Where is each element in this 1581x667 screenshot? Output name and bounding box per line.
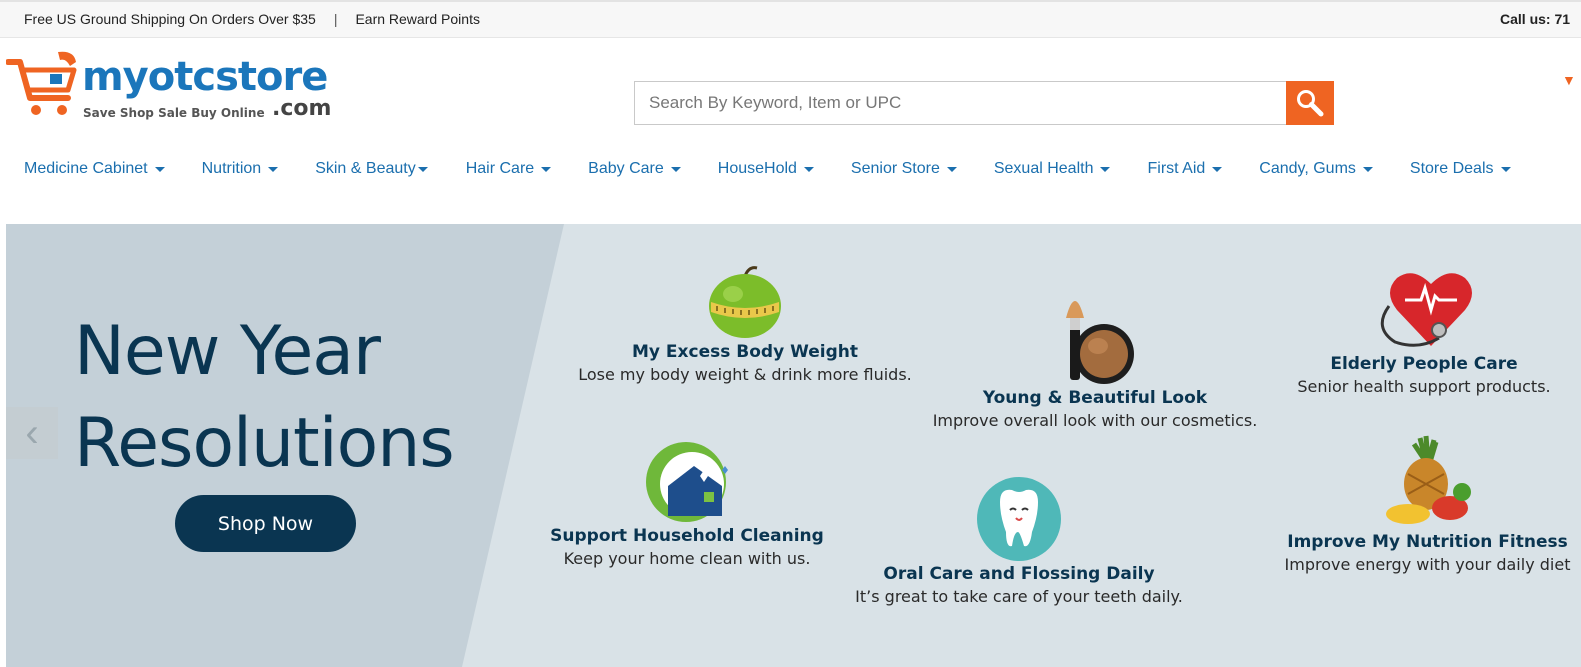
banner-headline: New Year Resolutions bbox=[74, 306, 455, 490]
caret-down-icon bbox=[946, 166, 957, 172]
headline-line-1: New Year bbox=[74, 312, 381, 391]
free-shipping-text: Free US Ground Shipping On Orders Over $… bbox=[24, 11, 316, 27]
nav-item-first-aid[interactable]: First Aid bbox=[1147, 157, 1223, 181]
tile-beautiful-look[interactable]: Young & Beautiful Look Improve overall l… bbox=[922, 286, 1268, 430]
tile-oral-care[interactable]: Oral Care and Flossing Daily It’s great … bbox=[846, 476, 1192, 606]
heart-stethoscope-icon bbox=[1380, 273, 1472, 347]
tile-elderly-care[interactable]: Elderly People Care Senior health suppor… bbox=[1264, 266, 1581, 396]
nav-item-hair-care[interactable]: Hair Care bbox=[465, 157, 552, 181]
caret-down-icon bbox=[154, 166, 165, 172]
nav-item-skin-beauty[interactable]: Skin & Beauty bbox=[315, 157, 428, 181]
caret-down-icon bbox=[541, 166, 552, 172]
tile-title: My Excess Body Weight bbox=[632, 342, 858, 362]
chevron-left-icon: ‹ bbox=[25, 411, 39, 455]
caret-down-icon bbox=[417, 166, 428, 172]
nav-item-label: Medicine Cabinet bbox=[24, 160, 148, 177]
tile-household-cleaning[interactable]: Support Household Cleaning Keep your hom… bbox=[536, 440, 838, 568]
cart-icon[interactable]: ▼ bbox=[1562, 72, 1576, 88]
nav-item-store-deals[interactable]: Store Deals bbox=[1410, 157, 1511, 181]
nav-item-label: First Aid bbox=[1147, 160, 1206, 177]
topbar-separator: | bbox=[333, 11, 338, 27]
caret-down-icon bbox=[670, 166, 681, 172]
caret-down-icon bbox=[1362, 166, 1373, 172]
caret-down-icon bbox=[1100, 166, 1111, 172]
nav-item-label: Sexual Health bbox=[993, 160, 1094, 177]
nav-item-label: Candy, Gums bbox=[1259, 160, 1356, 177]
nav-item-label: Hair Care bbox=[465, 160, 535, 177]
nav-item-medicine-cabinet[interactable]: Medicine Cabinet bbox=[24, 157, 165, 181]
tile-description: Improve energy with your daily diet bbox=[1284, 555, 1571, 574]
nav-item-sexual-health[interactable]: Sexual Health bbox=[994, 157, 1111, 181]
logo-wordmark: myotcstore bbox=[82, 54, 328, 100]
nav-item-label: Skin & Beauty bbox=[315, 160, 416, 177]
tile-description: Lose my body weight & drink more fluids. bbox=[578, 365, 912, 384]
carousel-prev-button[interactable]: ‹ bbox=[6, 407, 58, 459]
nav-item-label: HouseHold bbox=[717, 160, 797, 177]
caret-down-icon bbox=[268, 166, 279, 172]
nav-item-label: Senior Store bbox=[850, 160, 940, 177]
search-input[interactable] bbox=[634, 81, 1286, 125]
shop-now-button[interactable]: Shop Now bbox=[175, 495, 356, 552]
nav-item-baby-care[interactable]: Baby Care bbox=[588, 157, 681, 181]
tile-description: It’s great to take care of your teeth da… bbox=[855, 587, 1183, 606]
nav-item-nutrition[interactable]: Nutrition bbox=[202, 157, 279, 181]
search-bar bbox=[634, 81, 1334, 125]
nav-item-label: Nutrition bbox=[201, 160, 262, 177]
clean-house-icon bbox=[646, 442, 728, 522]
call-us-text: Call us: 71 bbox=[1500, 11, 1571, 27]
nav-item-candy-gums[interactable]: Candy, Gums bbox=[1259, 157, 1373, 181]
caret-down-icon bbox=[1500, 166, 1511, 172]
tooth-icon bbox=[977, 477, 1061, 561]
logo-domain: .com bbox=[272, 96, 332, 121]
tile-title: Young & Beautiful Look bbox=[982, 388, 1208, 408]
tile-title: Improve My Nutrition Fitness bbox=[1287, 532, 1568, 552]
makeup-brush-icon bbox=[1066, 301, 1134, 384]
main-nav: Medicine Cabinet Nutrition Skin & Beauty… bbox=[24, 157, 1511, 181]
search-icon bbox=[1297, 90, 1324, 117]
tile-body-weight[interactable]: My Excess Body Weight Lose my body weigh… bbox=[568, 264, 922, 384]
logo-tagline: Save Shop Sale Buy Online bbox=[83, 106, 265, 120]
tile-nutrition-fitness[interactable]: Improve My Nutrition Fitness Improve ene… bbox=[1274, 432, 1581, 574]
caret-down-icon bbox=[803, 166, 814, 172]
cart-logo-icon bbox=[6, 51, 77, 115]
hero-banner[interactable]: New Year Resolutions Shop Now ‹ My Exces… bbox=[6, 224, 1581, 667]
site-logo[interactable]: myotcstore Save Shop Sale Buy Online .co… bbox=[6, 48, 366, 128]
nav-item-label: Store Deals bbox=[1409, 160, 1494, 177]
tile-title: Oral Care and Flossing Daily bbox=[883, 564, 1155, 584]
headline-line-2: Resolutions bbox=[74, 404, 455, 483]
search-button[interactable] bbox=[1286, 81, 1334, 125]
tile-description: Senior health support products. bbox=[1297, 377, 1551, 396]
tile-description: Improve overall look with our cosmetics. bbox=[932, 411, 1258, 430]
tile-description: Keep your home clean with us. bbox=[563, 549, 811, 568]
caret-down-icon bbox=[1212, 166, 1223, 172]
tile-title: Elderly People Care bbox=[1330, 354, 1518, 374]
fruits-icon bbox=[1385, 435, 1471, 524]
nav-item-label: Baby Care bbox=[588, 160, 664, 177]
top-bar: Free US Ground Shipping On Orders Over $… bbox=[0, 0, 1581, 38]
apple-measuring-tape-icon bbox=[709, 266, 781, 338]
earn-rewards-link[interactable]: Earn Reward Points bbox=[355, 11, 480, 27]
tile-title: Support Household Cleaning bbox=[550, 526, 824, 546]
nav-item-senior-store[interactable]: Senior Store bbox=[851, 157, 957, 181]
nav-item-household[interactable]: HouseHold bbox=[718, 157, 814, 181]
